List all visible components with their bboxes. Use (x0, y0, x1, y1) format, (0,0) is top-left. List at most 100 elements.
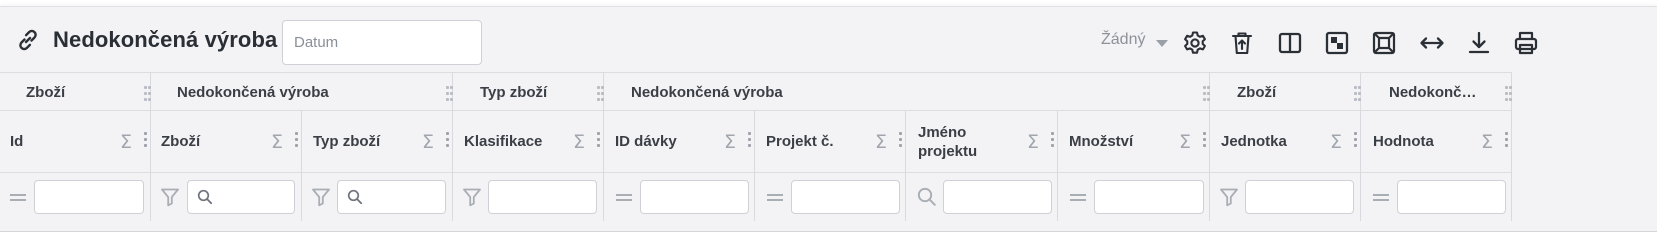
jmeno-projektu-filter-input[interactable] (943, 180, 1052, 214)
equals-icon[interactable] (1070, 194, 1086, 201)
group-label: Nedokončená výroba (631, 84, 783, 101)
column-menu-icon[interactable] (1354, 132, 1357, 148)
chevron-down-icon[interactable] (1156, 40, 1168, 47)
drag-handle-icon[interactable] (597, 85, 604, 101)
gear-icon[interactable] (1181, 29, 1209, 57)
fit-screen-icon[interactable] (1370, 29, 1398, 57)
sum-icon[interactable]: Σ (120, 131, 132, 153)
hodnota-filter-input[interactable] (1397, 180, 1506, 214)
filter-cell (755, 173, 906, 221)
drag-handle-icon[interactable] (1505, 85, 1512, 101)
drag-handle-icon[interactable] (144, 85, 151, 101)
klasifikace-filter-input[interactable] (488, 180, 597, 214)
filter-cell (1210, 173, 1361, 221)
search-icon (197, 189, 213, 205)
group-header[interactable]: Zboží (0, 73, 151, 110)
group-label: Nedokončená výroba (177, 84, 329, 101)
mnozstvi-filter-input[interactable] (1094, 180, 1204, 214)
column-header-projekt-c[interactable]: Projekt č. Σ (755, 111, 906, 172)
filter-icon[interactable] (310, 186, 332, 208)
column-header-zbozi[interactable]: Zboží Σ (151, 111, 302, 172)
print-icon[interactable] (1512, 29, 1540, 57)
column-menu-icon[interactable] (446, 132, 449, 148)
column-label: Jméno projektu (918, 124, 978, 160)
download-icon[interactable] (1465, 29, 1493, 57)
column-label: Klasifikace (464, 133, 543, 150)
column-header-klasifikace[interactable]: Klasifikace Σ (453, 111, 604, 172)
group-header[interactable]: Nedokonč… (1361, 73, 1512, 110)
group-header[interactable]: Typ zboží (453, 73, 604, 110)
column-menu-icon[interactable] (1051, 132, 1054, 148)
id-filter-input[interactable] (34, 180, 144, 214)
equals-icon[interactable] (1373, 194, 1389, 201)
filter-icon[interactable] (159, 186, 181, 208)
column-label: Id (10, 133, 24, 150)
column-header-row: Id Σ Zboží Σ Typ zboží Σ Klasifikace Σ I… (0, 111, 1512, 173)
filter-cell (604, 173, 755, 221)
column-menu-icon[interactable] (748, 132, 751, 148)
column-header-jmeno-projektu[interactable]: Jméno projektu Σ (906, 111, 1058, 172)
link-icon[interactable] (15, 27, 41, 53)
sum-icon[interactable]: Σ (1027, 131, 1039, 153)
projekt-filter-input[interactable] (791, 180, 900, 214)
column-menu-icon[interactable] (295, 132, 298, 148)
filter-icon[interactable] (1218, 186, 1240, 208)
data-grid: Zboží Nedokončená výroba Typ zboží Nedok… (0, 72, 1512, 222)
sum-icon[interactable]: Σ (1481, 131, 1493, 153)
column-header-id[interactable]: Id Σ (0, 111, 151, 172)
column-label: Zboží (161, 133, 201, 150)
search-icon[interactable] (916, 186, 938, 208)
group-header[interactable]: Zboží (1210, 73, 1361, 110)
group-header[interactable]: Nedokončená výroba (151, 73, 453, 110)
layout-select-value[interactable]: Žádný (1101, 31, 1145, 49)
drag-handle-icon[interactable] (446, 85, 453, 101)
group-header[interactable]: Nedokončená výroba (604, 73, 1210, 110)
column-header-hodnota[interactable]: Hodnota Σ (1361, 111, 1512, 172)
sum-icon[interactable]: Σ (875, 131, 887, 153)
split-view-icon[interactable] (1276, 29, 1304, 57)
group-label: Zboží (26, 84, 66, 101)
search-icon (347, 189, 363, 205)
filter-cell (1361, 173, 1512, 221)
sum-icon[interactable]: Σ (573, 131, 585, 153)
typ-zbozi-filter-input[interactable] (337, 180, 446, 214)
column-menu-icon[interactable] (899, 132, 902, 148)
drag-handle-icon[interactable] (1354, 85, 1361, 101)
filter-cell (302, 173, 453, 221)
toggle-panel-icon[interactable] (1323, 29, 1351, 57)
expand-width-icon[interactable] (1418, 29, 1446, 57)
column-header-id-davky[interactable]: ID dávky Σ (604, 111, 755, 172)
column-label: Množství (1069, 133, 1134, 150)
filter-icon[interactable] (461, 186, 483, 208)
column-header-typ-zbozi[interactable]: Typ zboží Σ (302, 111, 453, 172)
filter-cell (0, 173, 151, 221)
sum-icon[interactable]: Σ (1330, 131, 1342, 153)
equals-icon[interactable] (10, 194, 26, 201)
filter-cell (453, 173, 604, 221)
sum-icon[interactable]: Σ (724, 131, 736, 153)
equals-icon[interactable] (767, 194, 783, 201)
zbozi-filter-input[interactable] (187, 180, 295, 214)
delete-icon[interactable] (1228, 29, 1256, 57)
column-menu-icon[interactable] (1203, 132, 1206, 148)
sum-icon[interactable]: Σ (1179, 131, 1191, 153)
column-label: Jednotka (1221, 133, 1287, 150)
sum-icon[interactable]: Σ (271, 131, 283, 153)
date-input[interactable] (282, 20, 482, 65)
column-header-jednotka[interactable]: Jednotka Σ (1210, 111, 1361, 172)
sum-icon[interactable]: Σ (422, 131, 434, 153)
page-title: Nedokončená výroba (53, 27, 278, 52)
report-panel: Nedokončená výroba Žádný (0, 6, 1657, 232)
column-menu-icon[interactable] (144, 132, 147, 148)
id-davky-filter-input[interactable] (640, 180, 749, 214)
group-header-row: Zboží Nedokončená výroba Typ zboží Nedok… (0, 72, 1512, 111)
column-label: Hodnota (1373, 133, 1434, 150)
column-menu-icon[interactable] (597, 132, 600, 148)
jednotka-filter-input[interactable] (1245, 180, 1354, 214)
column-menu-icon[interactable] (1505, 132, 1508, 148)
column-header-mnozstvi[interactable]: Množství Σ (1058, 111, 1210, 172)
drag-handle-icon[interactable] (1203, 85, 1210, 101)
filter-cell (906, 173, 1058, 221)
filter-row (0, 173, 1512, 221)
equals-icon[interactable] (616, 194, 632, 201)
